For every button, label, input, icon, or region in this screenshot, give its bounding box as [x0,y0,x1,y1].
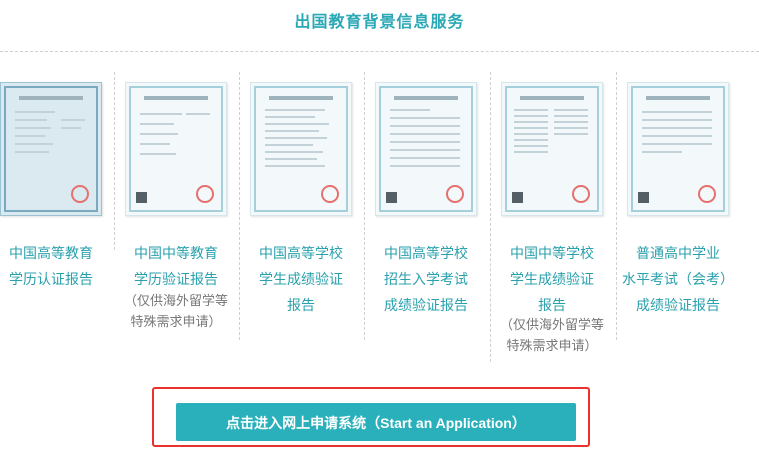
report-title[interactable]: 普通高中学业 水平考试（会考） 成绩验证报告 [615,240,741,318]
report-thumbnail[interactable] [0,82,102,216]
qr-code-icon [512,192,523,203]
report-title[interactable]: 中国高等教育 学历认证报告 [0,240,114,292]
report-thumbnail[interactable] [375,82,477,216]
report-title[interactable]: 中国中等学校 学生成绩验证 报告 [489,240,615,318]
report-title[interactable]: 中国高等学校 招生入学考试 成绩验证报告 [363,240,489,318]
report-note: （仅供海外留学等 特殊需求申请） [123,293,228,329]
report-thumbnail[interactable] [501,82,603,216]
divider [0,51,759,52]
column-divider [114,72,115,250]
report-title[interactable]: 中国高等学校 学生成绩验证 报告 [238,240,364,318]
section-title: 出国教育背景信息服务 [294,14,465,31]
seal-icon [446,185,464,203]
seal-icon [71,185,89,203]
seal-icon [196,185,214,203]
seal-icon [698,185,716,203]
qr-code-icon [386,192,397,203]
report-thumbnail[interactable] [125,82,227,216]
report-note: （仅供海外留学等 特殊需求申请） [499,317,604,353]
report-title[interactable]: 中国中等教育 学历验证报告 [113,240,239,292]
qr-code-icon [638,192,649,203]
seal-icon [321,185,339,203]
qr-code-icon [136,192,147,203]
start-application-button[interactable]: 点击进入网上申请系统（Start an Application） [176,403,576,441]
report-thumbnail[interactable] [627,82,729,216]
seal-icon [572,185,590,203]
report-thumbnail[interactable] [250,82,352,216]
